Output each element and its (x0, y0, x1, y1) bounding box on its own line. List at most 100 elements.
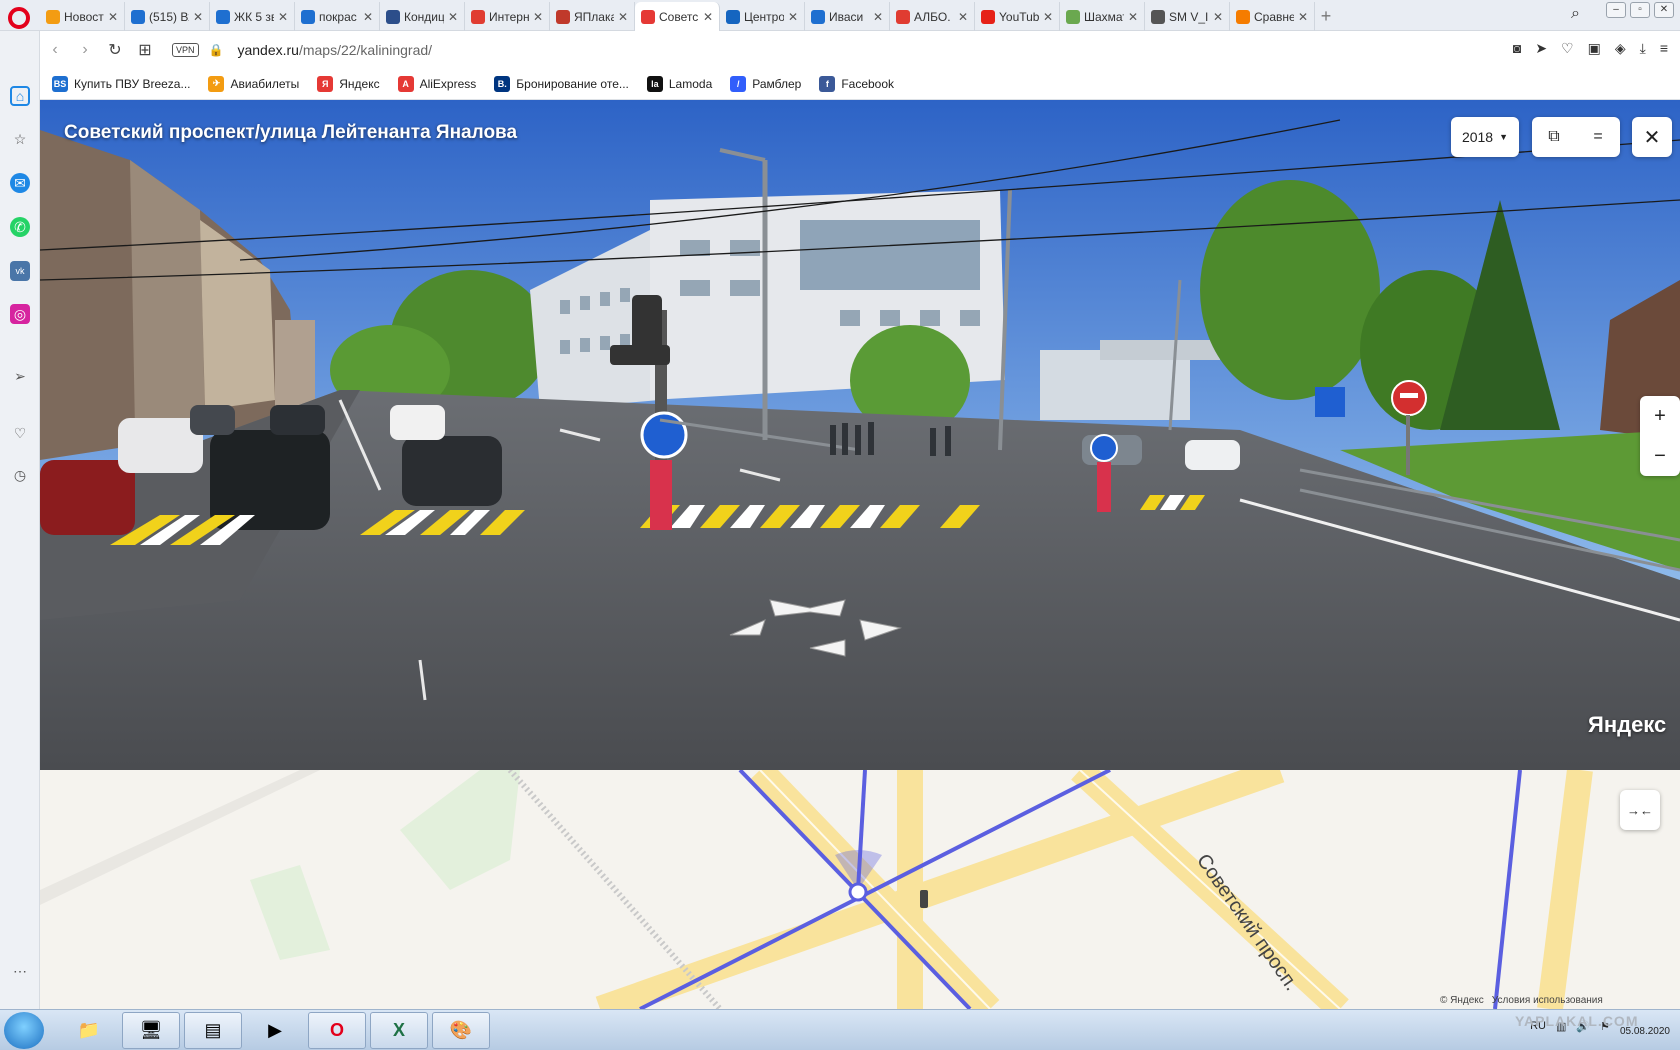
bookmark-icon: / (730, 75, 747, 92)
forward-icon[interactable]: › (70, 41, 100, 59)
menu-icon[interactable]: ≡ (1660, 40, 1668, 57)
terms-link[interactable]: Условия использования (1492, 995, 1603, 1006)
opera-taskbar-icon[interactable]: O (308, 1012, 366, 1049)
download-icon[interactable]: ⤓ (1640, 40, 1646, 57)
favorites-heart-icon[interactable]: ♡ (10, 423, 30, 443)
cube-icon[interactable]: ◈ (1615, 40, 1626, 57)
tab-close-icon[interactable]: ✕ (1128, 10, 1138, 24)
bookmark-label: Facebook (841, 76, 895, 91)
zoom-in-button[interactable]: + (1640, 396, 1680, 436)
tab[interactable]: Иваси ✕ (805, 2, 890, 31)
tab[interactable]: покрас ✕ (295, 2, 380, 31)
tab-close-icon[interactable]: ✕ (1213, 10, 1223, 24)
tab[interactable]: Кондиц ✕ (380, 2, 465, 31)
vk-icon[interactable]: vk (10, 261, 30, 281)
bookmark-item[interactable]: f Facebook (819, 75, 895, 92)
tab[interactable]: Сравне ✕ (1230, 2, 1315, 31)
bookmark-item[interactable]: A AliExpress (397, 75, 477, 92)
street-panorama[interactable]: Советский проспект/улица Лейтенанта Янал… (40, 100, 1680, 770)
tab-close-icon[interactable]: ✕ (278, 10, 288, 24)
tab[interactable]: Советс ✕ (635, 2, 720, 31)
bookmark-item[interactable]: B. Бронирование оте... (494, 75, 629, 92)
new-tab-button[interactable]: + (1315, 2, 1337, 31)
tab[interactable]: Шахмат ✕ (1060, 2, 1145, 31)
lock-icon[interactable]: 🔒 (209, 43, 224, 57)
copyright-text: © Яндекс (1440, 995, 1484, 1006)
tab-close-icon[interactable]: ✕ (618, 10, 628, 24)
home-icon[interactable]: ⌂ (10, 86, 30, 106)
whatsapp-icon[interactable]: ✆ (10, 217, 30, 237)
tab-label: YouTub (999, 9, 1039, 24)
back-icon[interactable]: ‹ (40, 41, 70, 59)
tab-favicon-icon (1236, 9, 1250, 24)
send-sidebar-icon[interactable]: ➢ (10, 366, 30, 386)
star-icon[interactable]: ☆ (10, 129, 30, 149)
instagram-icon[interactable]: ◎ (10, 304, 30, 324)
tab-close-icon[interactable]: ✕ (788, 10, 798, 24)
tab[interactable]: Центро ✕ (720, 2, 805, 31)
close-panorama-button[interactable]: ✕ (1632, 117, 1672, 157)
more-icon[interactable]: ⋯ (10, 961, 30, 981)
map-copyright: © Яндекс Условия использования (1440, 995, 1603, 1006)
tab-close-icon[interactable]: ✕ (958, 10, 968, 24)
tab-strip: Новост✕(515) Вх✕ЖК 5 зв✕покрас✕Кондиц✕Ин… (0, 0, 1680, 31)
tab-close-icon[interactable]: ✕ (703, 10, 713, 24)
excel-icon[interactable]: X (370, 1012, 428, 1049)
app-icon[interactable]: ▤ (184, 1012, 242, 1049)
extension-icon[interactable]: ▣ (1588, 40, 1601, 57)
tab[interactable]: ЖК 5 зв ✕ (210, 2, 295, 31)
collapse-map-button[interactable]: →← (1620, 790, 1660, 830)
map-canvas (40, 770, 1593, 1009)
send-icon[interactable]: ➤ (1535, 40, 1547, 57)
vpn-badge[interactable]: VPN (172, 42, 199, 57)
close-window-button[interactable]: ✕ (1654, 2, 1674, 18)
messenger-icon[interactable]: ✉ (10, 173, 30, 193)
hp-icon[interactable]: 🖥 (122, 1012, 180, 1049)
bookmark-item[interactable]: Я Яндекс (317, 75, 380, 92)
explorer-icon[interactable]: 📁 (60, 1012, 118, 1049)
bookmark-icon: BS (52, 75, 68, 92)
tab[interactable]: YouTub ✕ (975, 2, 1060, 31)
tab[interactable]: SM V_II ✕ (1145, 2, 1230, 31)
zoom-out-button[interactable]: − (1640, 436, 1680, 476)
bookmark-label: AliExpress (419, 76, 477, 91)
tabs: Новост✕(515) Вх✕ЖК 5 зв✕покрас✕Кондиц✕Ин… (40, 2, 1337, 31)
reload-icon[interactable]: ↻ (100, 40, 130, 60)
camera-icon[interactable]: ◙ (1513, 40, 1521, 57)
opera-logo-icon[interactable] (8, 7, 30, 29)
tab[interactable]: АЛБО. ✕ (890, 2, 975, 31)
bookmark-item[interactable]: / Рамблер (730, 75, 801, 92)
paint-icon[interactable]: 🎨 (432, 1012, 490, 1049)
minimize-button[interactable]: – (1606, 2, 1626, 18)
url-field[interactable]: yandex.ru/maps/22/kaliningrad/ (237, 42, 432, 58)
tab[interactable]: Новост ✕ (40, 2, 125, 31)
tab-close-icon[interactable]: ✕ (1298, 10, 1308, 24)
tab[interactable]: ЯПлака ✕ (550, 2, 635, 31)
bookmark-item[interactable]: ✈ Авиабилеты (208, 75, 299, 92)
maximize-button[interactable]: ▫ (1630, 2, 1650, 18)
tab-favicon-icon (981, 9, 995, 24)
heart-icon[interactable]: ♡ (1561, 40, 1574, 57)
tab[interactable]: (515) Вх ✕ (125, 2, 210, 31)
tab[interactable]: Интерн ✕ (465, 2, 550, 31)
tab-search-icon[interactable]: ⌕ (1571, 5, 1580, 23)
share-icon[interactable]: ⧉ (1532, 117, 1576, 157)
address-bar-actions: ◙ ➤ ♡ ▣ ◈ ⤓ ≡ (1513, 40, 1668, 57)
start-button[interactable] (4, 1012, 44, 1049)
tab-close-icon[interactable]: ✕ (193, 10, 203, 24)
mini-map[interactable]: Советский просп. →← © Яндекс Условия исп… (40, 770, 1680, 1009)
history-icon[interactable]: ◷ (10, 465, 30, 485)
tab-close-icon[interactable]: ✕ (533, 10, 543, 24)
bookmark-item[interactable]: la Lamoda (646, 75, 712, 92)
menu-lines-icon[interactable]: = (1576, 117, 1620, 157)
year-selector[interactable]: 2018 ▼ (1451, 117, 1519, 157)
tab-close-icon[interactable]: ✕ (363, 10, 373, 24)
tab-close-icon[interactable]: ✕ (448, 10, 458, 24)
bookmark-item[interactable]: BS Купить ПВУ Breeza... (52, 75, 190, 92)
tab-close-icon[interactable]: ✕ (108, 10, 118, 24)
tab-close-icon[interactable]: ✕ (1043, 10, 1053, 24)
tab-close-icon[interactable]: ✕ (873, 10, 883, 24)
media-player-icon[interactable]: ▶ (246, 1012, 304, 1049)
bookmark-icon: la (646, 75, 663, 92)
speed-dial-icon[interactable]: ⊞ (130, 40, 160, 60)
